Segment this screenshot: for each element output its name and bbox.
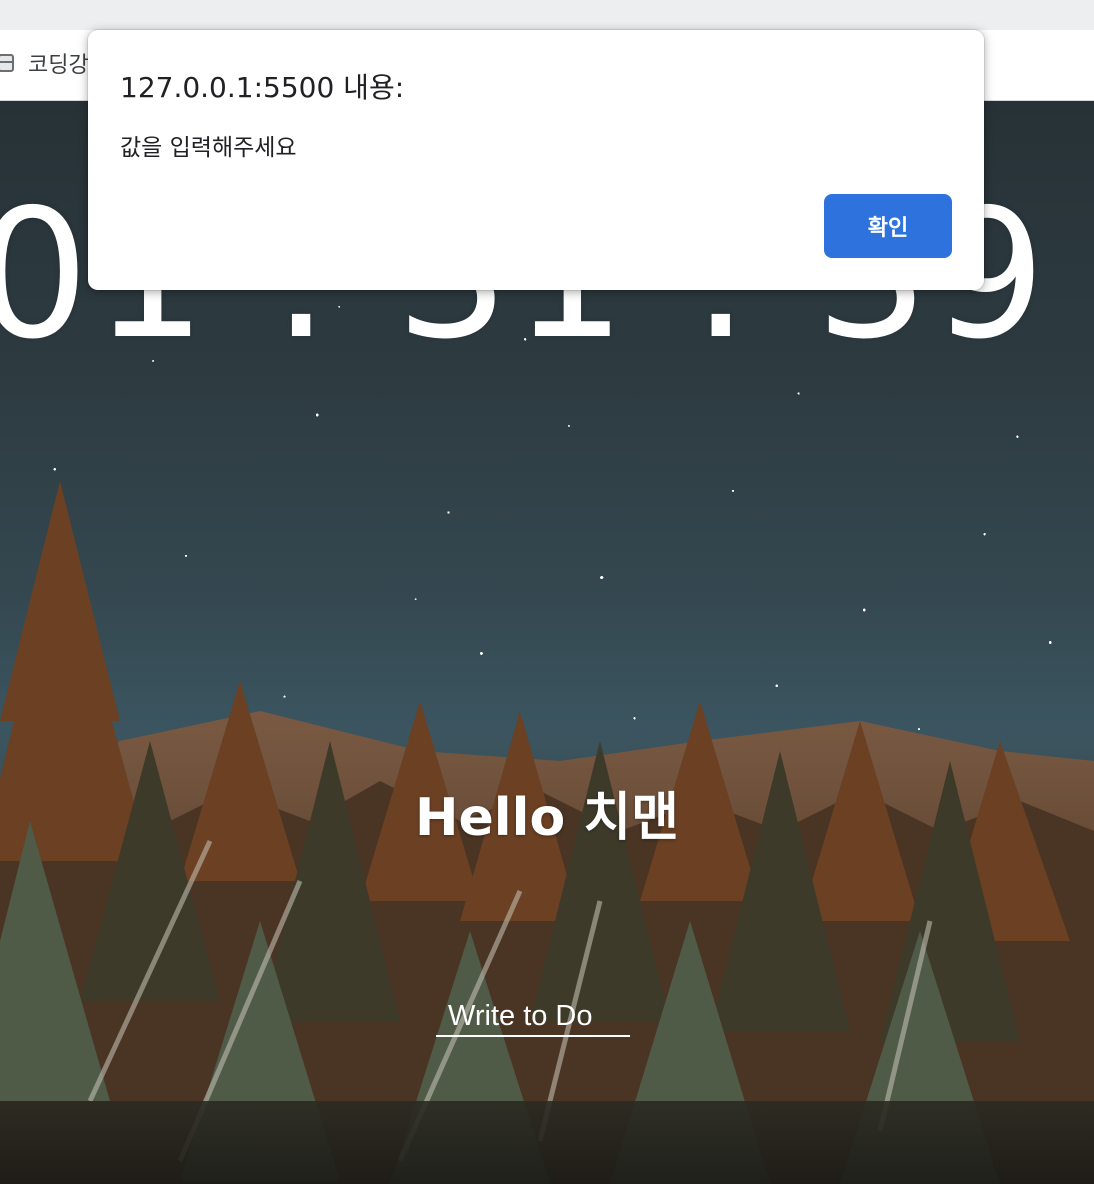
greeting-text: Hello 치맨 (415, 788, 679, 848)
alert-ok-button[interactable]: 확인 (824, 194, 952, 258)
alert-dialog: 127.0.0.1:5500 내용: 값을 입력해주세요 확인 (88, 30, 984, 290)
bookmark-folder-label: 코딩강 (28, 53, 89, 78)
alert-message: 값을 입력해주세요 (120, 135, 297, 161)
todo-form (436, 997, 630, 1039)
bookmark-folder[interactable]: 코딩강 (0, 48, 89, 78)
tab-strip (0, 0, 1094, 30)
alert-title: 127.0.0.1:5500 내용: (120, 71, 405, 104)
todo-input[interactable] (436, 997, 630, 1037)
folder-icon (0, 54, 14, 72)
